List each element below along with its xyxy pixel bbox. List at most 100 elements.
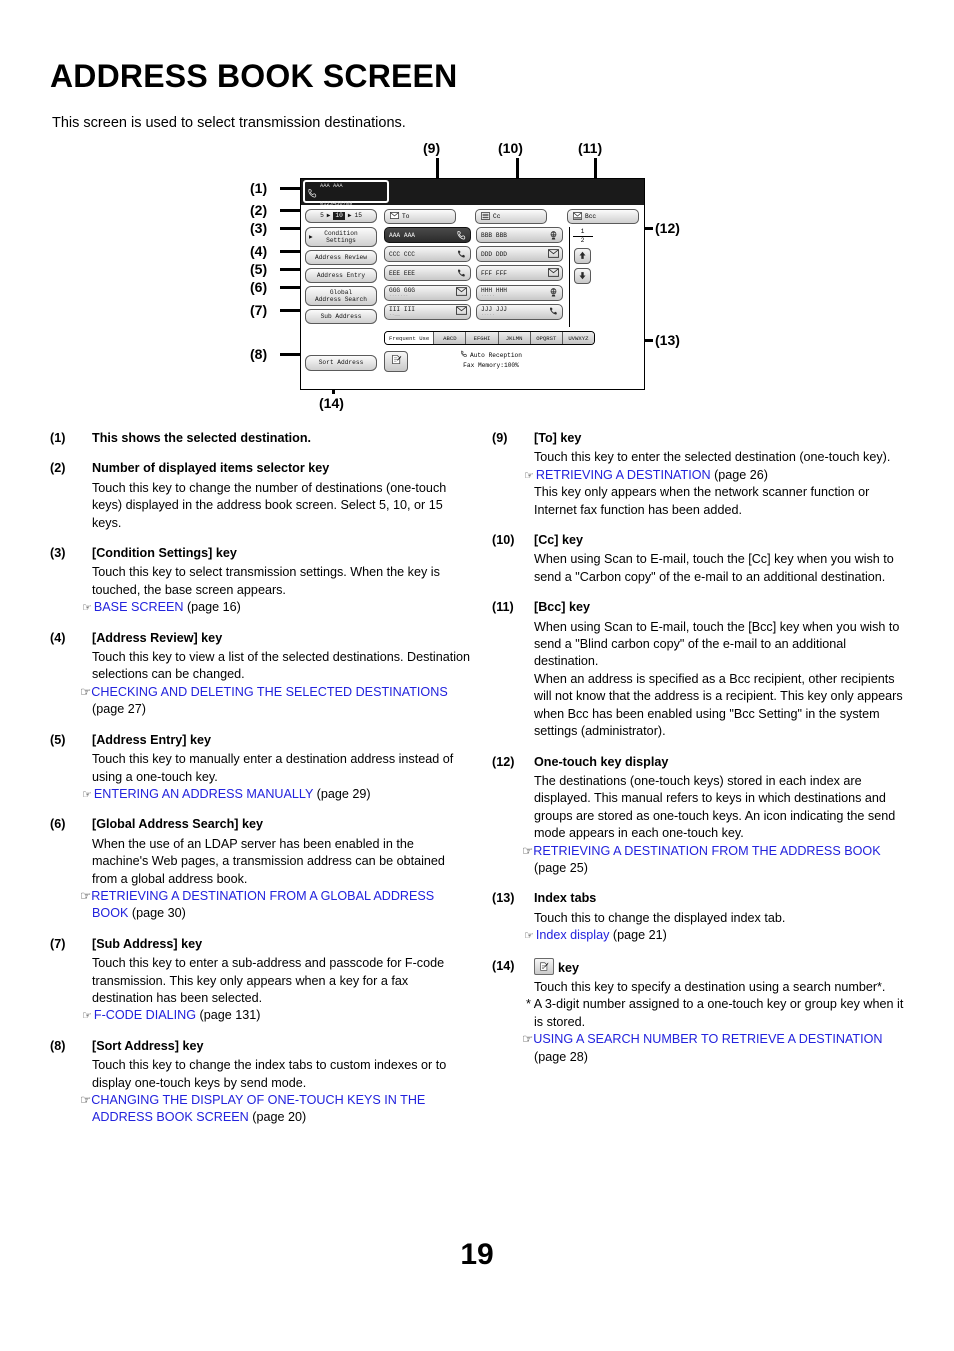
item-7-reference: ☞ F-CODE DIALING (page 131)	[82, 1007, 470, 1024]
callout-1-label: (1)	[250, 180, 268, 196]
item-2-body: Touch this key to change the number of d…	[92, 480, 447, 530]
item-13-reference: ☞ Index display (page 21)	[524, 927, 904, 944]
item-13: (13) Index tabs Touch this to change the…	[492, 890, 904, 944]
callout-11-label: (11)	[578, 140, 603, 156]
condition-settings-key[interactable]: ▶ Condition Settings	[305, 227, 377, 247]
address-entry-key[interactable]: Address Entry	[305, 268, 377, 283]
callout-9-label: (9)	[423, 140, 441, 156]
item-14-body: Touch this key to specify a destination …	[534, 979, 886, 994]
chevron-right-icon-2: ▶	[347, 212, 352, 220]
index-tab[interactable]: Frequent Use	[385, 332, 435, 344]
item-7-link[interactable]: F-CODE DIALING	[94, 1008, 196, 1022]
document-page: ADDRESS BOOK SCREEN This screen is used …	[0, 0, 954, 1351]
phone-handset-icon	[307, 186, 318, 198]
search-number-icon	[390, 353, 403, 371]
item-6-body: When the use of an LDAP server has been …	[92, 836, 445, 886]
item-1-heading: This shows the selected destination.	[92, 431, 312, 445]
item-3-link[interactable]: BASE SCREEN	[94, 600, 184, 614]
item-7-body: Touch this key to enter a sub-address an…	[92, 956, 445, 1005]
index-tabs: Frequent Use ABCD EFGHI JKLMN OPQRST UVWXYZ	[384, 331, 595, 345]
one-touch-key[interactable]: GGG GGG.......	[384, 284, 471, 301]
item-6-heading: [Global Address Search] key	[92, 817, 264, 832]
to-key[interactable]: To	[384, 209, 456, 224]
bcc-key-label: Bcc	[585, 213, 597, 220]
item-3-heading: [Condition Settings] key	[92, 546, 237, 561]
index-tab[interactable]: OPQRST	[530, 332, 563, 344]
one-touch-key-display: AAA AAA BBB BBB CCC CCC DDD DDD EEE EEE FFF F…	[384, 227, 564, 327]
one-touch-key-subtext: .......	[389, 293, 409, 299]
one-touch-key[interactable]: AAA AAA	[384, 227, 471, 243]
one-touch-key-row: CCC CCC DDD DDD	[384, 246, 564, 263]
item-5-link[interactable]: ENTERING AN ADDRESS MANUALLY	[94, 787, 313, 801]
index-tab[interactable]: JKLMN	[498, 332, 531, 344]
fax-memory-status: Fax Memory:100%	[463, 362, 519, 369]
count-low: 5	[320, 212, 324, 220]
item-9-body: Touch this key to enter the selected des…	[534, 450, 891, 465]
item-13-link[interactable]: Index display	[536, 928, 610, 942]
phone-handset-icon-status	[460, 350, 468, 361]
scroll-down-button[interactable]	[574, 267, 591, 285]
item-1: (1) This shows the selected destination.	[50, 430, 470, 447]
one-touch-key[interactable]: BBB BBB	[476, 227, 563, 243]
one-touch-key-row: AAA AAA BBB BBB	[384, 227, 564, 243]
address-entry-label: Address Entry	[316, 271, 366, 279]
item-10: (10) [Cc] key When using Scan to E-mail,…	[492, 532, 904, 586]
sub-address-key[interactable]: Sub Address	[305, 309, 377, 324]
global-address-search-key[interactable]: Global Address Search	[305, 286, 377, 306]
callout-12-label: (12)	[655, 220, 680, 236]
item-14-reference: ☞USING A SEARCH NUMBER TO RETRIEVE A DES…	[522, 1031, 904, 1066]
status-area: Auto Reception Fax Memory:100%	[416, 350, 566, 370]
one-touch-key[interactable]: FFF FFF	[476, 265, 563, 282]
callout-14-label: (14)	[319, 395, 344, 411]
bcc-key[interactable]: Bcc	[567, 209, 639, 224]
search-number-key[interactable]	[384, 351, 408, 372]
item-12-link[interactable]: RETRIEVING A DESTINATION FROM THE ADDRES…	[533, 844, 880, 858]
item-3-body: Touch this key to select transmission se…	[92, 565, 440, 597]
sort-address-label: Sort Address	[318, 359, 364, 367]
item-6-reference: ☞RETRIEVING A DESTINATION FROM A GLOBAL …	[80, 888, 470, 923]
callout-6-label: (6)	[250, 279, 268, 295]
envelope-icon	[456, 306, 467, 317]
item-11-body: When using Scan to E-mail, touch the [Bc…	[534, 619, 900, 669]
one-touch-key[interactable]: CCC CCC	[384, 246, 471, 263]
item-8-page: (page 20)	[252, 1110, 307, 1125]
one-touch-key[interactable]: III III ..__	[384, 303, 471, 320]
item-14-link[interactable]: USING A SEARCH NUMBER TO RETRIEVE A DEST…	[533, 1032, 882, 1046]
one-touch-key-label: GGG GGG.......	[389, 287, 415, 299]
scroll-up-button[interactable]	[574, 247, 591, 264]
pointing-hand-icon-8: ☞	[522, 843, 534, 858]
condition-settings-label: Condition Settings	[324, 229, 358, 245]
item-2-number: (2)	[50, 461, 66, 476]
sort-address-key[interactable]: Sort Address	[305, 355, 377, 371]
pointing-hand-icon-4: ☞	[80, 888, 92, 903]
item-14-number: (14)	[492, 958, 515, 973]
item-5-heading: [Address Entry] key	[92, 732, 211, 747]
index-tab[interactable]: ABCD	[434, 332, 467, 344]
index-tab[interactable]: EFGHI	[466, 332, 499, 344]
one-touch-key[interactable]: HHH HHH.....	[476, 284, 563, 301]
item-12-heading: One-touch key display	[534, 754, 669, 769]
one-touch-key[interactable]: JJJ JJJ.....	[476, 303, 563, 320]
arrow-down-icon	[578, 267, 587, 285]
item-5: (5) [Address Entry] key Touch this key t…	[50, 732, 470, 804]
page-indicator: 1 2	[572, 228, 593, 244]
one-touch-key[interactable]: DDD DDD	[476, 246, 563, 263]
displayed-items-selector-key[interactable]: 5 ▶ 10 ▶ 15	[305, 209, 377, 223]
index-tab[interactable]: UVWXYZ	[562, 332, 594, 344]
item-14-page: (page 28)	[534, 1049, 588, 1064]
sub-address-label: Sub Address	[320, 312, 362, 320]
cc-key[interactable]: Cc	[475, 209, 547, 224]
address-review-key[interactable]: Address Review	[305, 250, 377, 265]
one-touch-key[interactable]: EEE EEE	[384, 265, 471, 282]
item-9-link[interactable]: RETRIEVING A DESTINATION	[536, 468, 711, 482]
item-11-body2: When an address is specified as a Bcc re…	[534, 671, 903, 739]
global-address-search-label: Global Address Search	[315, 288, 367, 304]
pointing-hand-icon-6: ☞	[80, 1093, 92, 1107]
item-12-body: The destinations (one-touch keys) stored…	[534, 773, 896, 841]
address-book-screen-figure: (9) (10) (11) (1) (2) (3) (4) (5) (6) (7…	[240, 140, 710, 415]
description-column-left: (1) This shows the selected destination.…	[50, 430, 470, 1140]
item-4-link[interactable]: CHECKING AND DELETING THE SELECTED DESTI…	[91, 685, 447, 699]
item-14-heading-suffix: key	[558, 960, 580, 975]
one-touch-key-label: DDD DDD	[481, 250, 507, 258]
item-12: (12) One-touch key display The destinati…	[492, 754, 904, 878]
